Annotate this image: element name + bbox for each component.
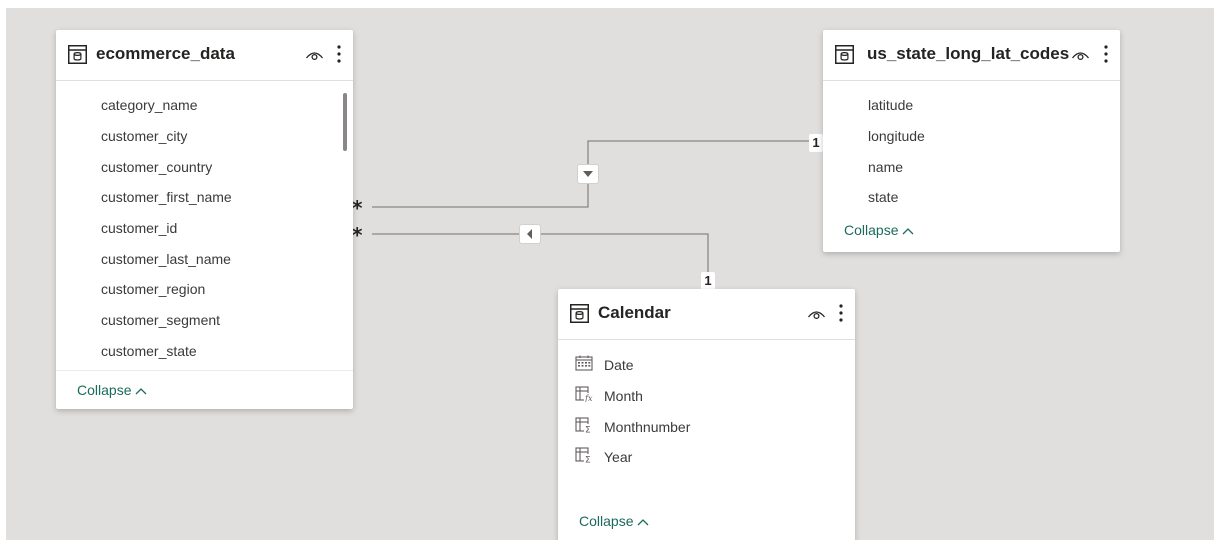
field-item[interactable]: Monthnumber	[604, 418, 690, 436]
svg-text:Σ: Σ	[585, 456, 591, 464]
relationship-line-ecommerce-calendar[interactable]	[372, 233, 709, 278]
calculated-column-sigma-icon: Σ	[575, 447, 593, 463]
table-icon	[835, 45, 854, 64]
table-card-calendar[interactable]: Calendar Date fx Month Σ Monthnumber Σ Y…	[558, 289, 855, 540]
field-item[interactable]: latitude	[868, 96, 913, 114]
more-options-icon[interactable]	[1103, 44, 1109, 64]
field-item[interactable]: customer_region	[101, 280, 205, 298]
field-item[interactable]: name	[868, 158, 903, 176]
svg-text:Σ: Σ	[585, 426, 591, 434]
collapse-link[interactable]: Collapse	[77, 382, 147, 398]
eye-icon[interactable]	[807, 307, 826, 321]
model-canvas[interactable]: * * 1 1 ecommerce_data category_name cus…	[6, 8, 1214, 540]
left-arrow-icon	[527, 229, 532, 239]
footer-divider	[56, 370, 353, 371]
table-header[interactable]: Calendar	[558, 289, 855, 340]
field-list-scrollbar[interactable]	[343, 93, 347, 151]
field-item[interactable]: Month	[604, 387, 643, 405]
field-item[interactable]: customer_state	[101, 342, 197, 360]
field-item[interactable]: customer_city	[101, 127, 187, 145]
table-icon	[570, 304, 589, 323]
table-icon	[68, 45, 87, 64]
field-item[interactable]: customer_country	[101, 158, 212, 176]
field-item[interactable]: customer_id	[101, 219, 177, 237]
field-item[interactable]: longitude	[868, 127, 925, 145]
down-arrow-icon	[583, 171, 593, 177]
calculated-column-icon: fx	[575, 386, 593, 402]
chevron-up-icon	[136, 388, 147, 395]
table-title: us_state_long_lat_codes	[867, 44, 1070, 63]
table-card-ecommerce-data[interactable]: ecommerce_data category_name customer_ci…	[56, 30, 353, 409]
filter-direction-badge-us-state[interactable]	[578, 165, 598, 183]
collapse-label: Collapse	[77, 382, 132, 398]
field-item[interactable]: category_name	[101, 96, 198, 114]
cardinality-many-us-state: *	[352, 196, 363, 220]
table-card-us-state-long-lat-codes[interactable]: us_state_long_lat_codes latitude longitu…	[823, 30, 1120, 252]
field-item[interactable]: customer_first_name	[101, 188, 232, 206]
eye-icon[interactable]	[1071, 48, 1090, 62]
field-item[interactable]: state	[868, 188, 898, 206]
field-item[interactable]: customer_segment	[101, 311, 220, 329]
chevron-up-icon	[638, 519, 649, 526]
table-header[interactable]: us_state_long_lat_codes	[823, 30, 1120, 81]
cardinality-many-calendar: *	[352, 223, 363, 247]
cardinality-one-us-state: 1	[809, 134, 823, 152]
svg-text:fx: fx	[584, 394, 593, 402]
field-item[interactable]: Year	[604, 448, 632, 466]
calculated-column-sigma-icon: Σ	[575, 417, 593, 433]
field-item[interactable]: Date	[604, 356, 634, 374]
cardinality-one-calendar: 1	[701, 272, 715, 290]
table-header[interactable]: ecommerce_data	[56, 30, 353, 81]
table-title: ecommerce_data	[96, 44, 235, 63]
relationship-line-ecommerce-us-state[interactable]	[372, 140, 826, 208]
calendar-icon	[575, 355, 593, 371]
filter-direction-badge-calendar[interactable]	[520, 225, 540, 243]
collapse-link[interactable]: Collapse	[579, 513, 649, 529]
field-item[interactable]: customer_last_name	[101, 250, 231, 268]
table-title: Calendar	[598, 303, 671, 322]
chevron-up-icon	[903, 228, 914, 235]
eye-icon[interactable]	[305, 48, 324, 62]
collapse-link[interactable]: Collapse	[844, 222, 914, 238]
collapse-label: Collapse	[579, 513, 634, 529]
collapse-label: Collapse	[844, 222, 899, 238]
more-options-icon[interactable]	[336, 44, 342, 64]
more-options-icon[interactable]	[838, 303, 844, 323]
